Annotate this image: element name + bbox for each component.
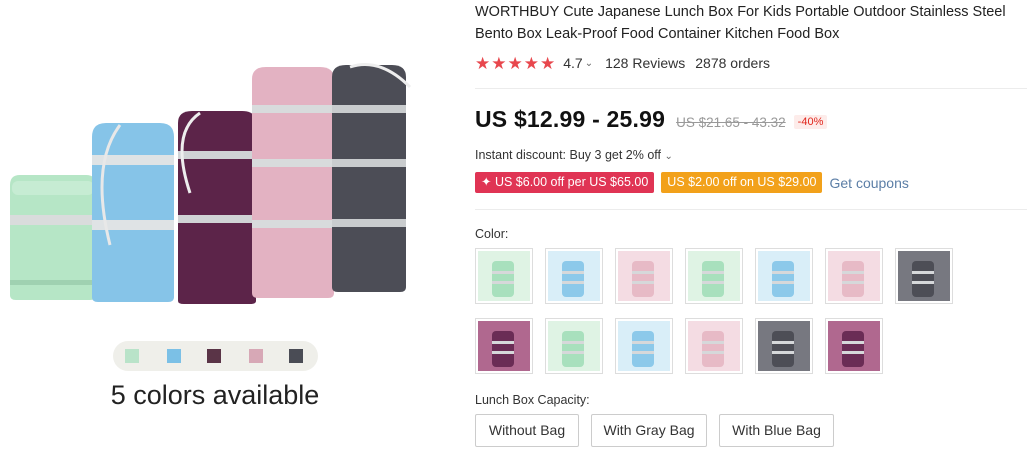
coupon-store[interactable]: ✦ US $6.00 off per US $65.00 [475, 172, 655, 193]
color-option-pink-tall[interactable] [685, 318, 743, 374]
colors-caption: 5 colors available [110, 380, 320, 410]
lunch-box-thumb-icon [842, 261, 864, 297]
lunch-box-thumb-icon [632, 261, 654, 297]
lunch-box-thumb-icon [492, 261, 514, 297]
capacity-with-blue-bag[interactable]: With Blue Bag [719, 414, 834, 447]
lunch-box-photo [10, 63, 412, 304]
blue-jar [92, 123, 174, 302]
product-title: WORTHBUY Cute Japanese Lunch Box For Kid… [475, 4, 1006, 42]
capacity-label: Lunch Box Capacity: [475, 393, 590, 407]
lunch-box-thumb-icon [562, 261, 584, 297]
divider [475, 209, 1027, 210]
purple-jar [178, 111, 256, 304]
rating-value[interactable]: 4.7 [563, 55, 582, 71]
swatch-purple [207, 349, 221, 363]
capacity-without-bag[interactable]: Without Bag [475, 414, 579, 447]
chevron-down-icon: ⌄ [664, 151, 673, 162]
lunch-box-thumb-icon [632, 331, 654, 367]
color-swatch-strip [113, 341, 318, 371]
lunch-box-thumb-icon [912, 261, 934, 297]
capacity-with-gray-bag[interactable]: With Gray Bag [591, 414, 707, 447]
instant-discount-text: Instant discount: Buy 3 get 2% off [475, 148, 661, 162]
price-row: US $12.99 - 25.99 US $21.65 - 43.32 -40% [475, 106, 828, 133]
color-option-purple-tall[interactable] [825, 318, 883, 374]
chevron-down-icon[interactable]: ⌄ [585, 58, 593, 69]
pink-jar [252, 67, 334, 298]
color-option-green[interactable] [475, 248, 533, 304]
coupons-row: ✦ US $6.00 off per US $65.00 US $2.00 of… [475, 172, 909, 193]
color-option-blue-stack[interactable] [755, 248, 813, 304]
color-option-pink[interactable] [615, 248, 673, 304]
lunch-box-thumb-icon [562, 331, 584, 367]
lunch-box-thumb-icon [772, 331, 794, 367]
swatch-gray [289, 349, 303, 363]
lunch-box-thumb-icon [702, 261, 724, 297]
star-icon: ★ [491, 53, 507, 73]
star-icon: ★ [540, 53, 556, 73]
green-jar [10, 175, 96, 300]
lunch-box-thumb-icon [702, 331, 724, 367]
swatch-green [125, 349, 139, 363]
gray-jar [332, 63, 412, 292]
swatch-blue [167, 349, 181, 363]
coupon-select[interactable]: US $2.00 off on US $29.00 [661, 172, 823, 193]
color-label: Color: [475, 227, 509, 241]
original-price: US $21.65 - 43.32 [676, 115, 786, 130]
color-option-green-stack[interactable] [685, 248, 743, 304]
get-coupons-link[interactable]: Get coupons [829, 175, 908, 191]
swatch-pink [249, 349, 263, 363]
color-option-pink-stack[interactable] [825, 248, 883, 304]
current-price: US $12.99 - 25.99 [475, 106, 666, 132]
rating-row: ★ ★ ★ ★ ★ 4.7 ⌄ 128 Reviews 2878 orders [475, 53, 1030, 73]
star-icon: ★ [475, 53, 491, 73]
discount-badge: -40% [793, 115, 828, 129]
color-option-blue-tall[interactable] [615, 318, 673, 374]
color-option-purple[interactable] [475, 318, 533, 374]
color-option-blue[interactable] [545, 248, 603, 304]
color-option-gray-tall[interactable] [755, 318, 813, 374]
product-main-image[interactable]: 5 colors available [0, 0, 450, 449]
lunch-box-thumb-icon [492, 331, 514, 367]
star-icon: ★ [523, 53, 539, 73]
lunch-box-thumb-icon [772, 261, 794, 297]
rating-stars: ★ ★ ★ ★ ★ [475, 55, 555, 72]
star-icon: ★ [507, 53, 523, 73]
color-option-gray[interactable] [895, 248, 953, 304]
divider [475, 88, 1027, 89]
product-info: WORTHBUY Cute Japanese Lunch Box For Kid… [475, 0, 1030, 73]
color-option-green-tall[interactable] [545, 318, 603, 374]
instant-discount[interactable]: Instant discount: Buy 3 get 2% off ⌄ [475, 148, 673, 162]
orders-count: 2878 orders [695, 55, 770, 71]
reviews-link[interactable]: 128 Reviews [605, 55, 685, 71]
lunch-box-thumb-icon [842, 331, 864, 367]
